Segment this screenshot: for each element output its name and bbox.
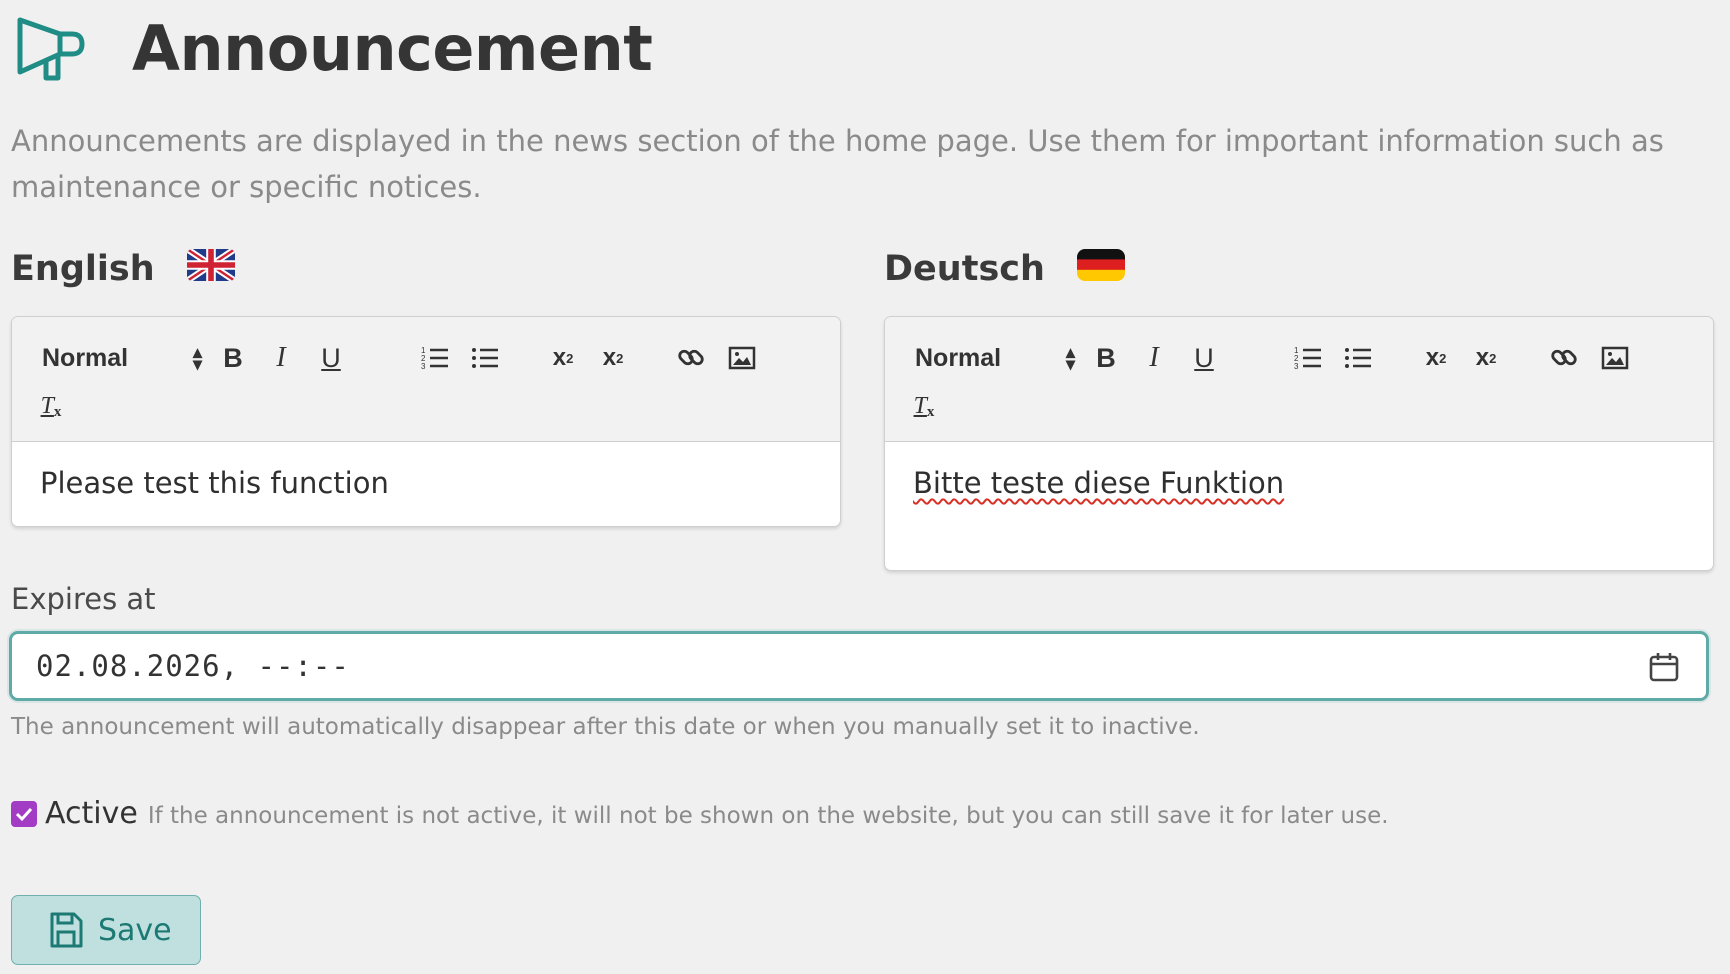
megaphone-icon xyxy=(17,17,85,81)
page-description: Announcements are displayed in the news … xyxy=(11,124,1664,204)
ordered-list-icon: 1 2 3 xyxy=(1294,346,1321,371)
link-button[interactable] xyxy=(1545,339,1583,377)
ordered-list-icon: 1 2 3 xyxy=(421,346,448,371)
ordered-list-button[interactable]: 1 2 3 xyxy=(416,339,454,377)
english-editor: Normal ▴ ▾ B I U 1 2 3 x2 x2 T x Please … xyxy=(11,316,841,527)
svg-text:3: 3 xyxy=(1294,362,1299,371)
bullet-list-icon xyxy=(1345,348,1371,368)
english-content[interactable]: Please test this function xyxy=(12,442,840,526)
editor-toolbar: Normal ▴ ▾ B I U 1 2 3 x2 x2 T x xyxy=(885,317,1713,442)
format-select[interactable]: Normal ▴ ▾ xyxy=(915,339,1075,377)
link-button[interactable] xyxy=(672,339,710,377)
format-select[interactable]: Normal ▴ ▾ xyxy=(42,339,202,377)
english-heading: English xyxy=(11,249,155,289)
format-select-value: Normal xyxy=(915,343,1002,372)
expires-label: Expires at xyxy=(11,582,156,616)
save-icon xyxy=(50,912,83,948)
image-button[interactable] xyxy=(723,339,761,377)
page-header: Announcement xyxy=(14,8,653,88)
checkmark-icon xyxy=(15,807,33,821)
deutsch-content-text: Bitte teste diese Funktion xyxy=(913,466,1285,500)
page-title: Announcement xyxy=(132,11,653,85)
active-row: Active If the announcement is not active… xyxy=(11,796,1389,831)
ordered-list-button[interactable]: 1 2 3 xyxy=(1289,339,1327,377)
editor-toolbar: Normal ▴ ▾ B I U 1 2 3 x2 x2 T x xyxy=(12,317,840,442)
underline-button[interactable]: U xyxy=(1185,339,1223,377)
image-icon xyxy=(1601,346,1629,370)
deutsch-content[interactable]: Bitte teste diese Funktion xyxy=(885,442,1713,570)
deutsch-heading: Deutsch xyxy=(884,249,1045,289)
svg-text:3: 3 xyxy=(421,362,426,371)
select-arrows-icon: ▴ ▾ xyxy=(1065,342,1075,374)
superscript-button[interactable]: x2 xyxy=(1467,339,1505,377)
bullet-list-button[interactable] xyxy=(466,339,504,377)
format-select-value: Normal xyxy=(42,343,129,372)
select-arrows-icon: ▴ ▾ xyxy=(192,342,202,374)
subscript-button[interactable]: x2 xyxy=(544,339,582,377)
uk-flag-icon xyxy=(186,249,235,281)
subscript-button[interactable]: x2 xyxy=(1417,339,1455,377)
image-icon xyxy=(728,346,756,370)
deutsch-section: Deutsch Normal ▴ ▾ B I U 1 2 3 x 2 x 2 T… xyxy=(884,242,1714,571)
bullet-list-icon xyxy=(472,348,498,368)
italic-button[interactable]: I xyxy=(262,339,300,377)
superscript-button[interactable]: x2 xyxy=(594,339,632,377)
active-checkbox[interactable] xyxy=(11,800,37,827)
active-help-text: If the announcement is not active, it wi… xyxy=(147,802,1389,829)
clear-format-button[interactable]: Tx xyxy=(905,387,943,425)
italic-button[interactable]: I xyxy=(1135,339,1173,377)
english-section: English Normal ▴ ▾ B I U 1 2 3 x 2 x 2 T… xyxy=(11,242,841,527)
link-icon xyxy=(1551,349,1577,366)
bold-button[interactable]: B xyxy=(1087,339,1125,377)
clear-format-button[interactable]: Tx xyxy=(32,387,70,425)
save-button[interactable]: Save xyxy=(11,895,201,965)
expires-help-text: The announcement will automatically disa… xyxy=(11,714,1200,740)
link-icon xyxy=(678,349,704,366)
underline-button[interactable]: U xyxy=(312,339,350,377)
expires-value: 02.08.2026, --:-- xyxy=(36,649,350,683)
bullet-list-button[interactable] xyxy=(1339,339,1377,377)
germany-flag-icon xyxy=(1076,249,1125,281)
active-label[interactable]: Active xyxy=(45,796,138,831)
bold-button[interactable]: B xyxy=(214,339,252,377)
deutsch-editor: Normal ▴ ▾ B I U 1 2 3 x2 x2 T x Bitte t… xyxy=(884,316,1714,571)
save-button-label: Save xyxy=(98,912,172,948)
calendar-icon[interactable] xyxy=(1648,651,1680,683)
expires-datetime-input[interactable]: 02.08.2026, --:-- xyxy=(9,631,1709,701)
image-button[interactable] xyxy=(1596,339,1634,377)
